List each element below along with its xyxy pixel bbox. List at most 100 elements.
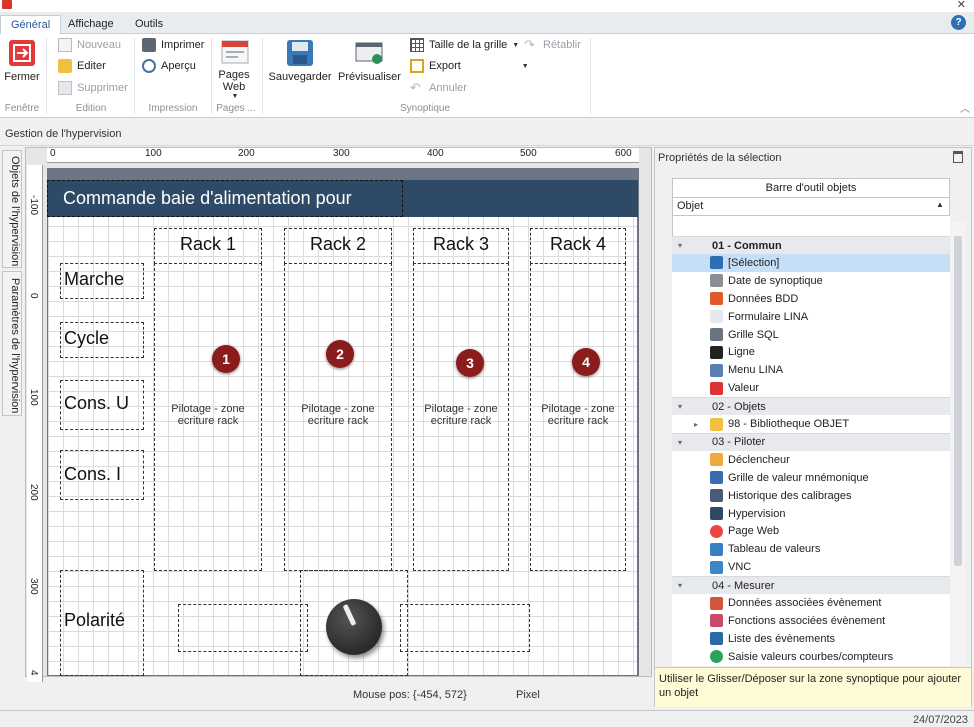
calendar-icon [710,274,723,288]
rack-1-pilot-text: Pilotage - zone ecriture rack [171,403,245,427]
column-header-objet[interactable]: Objet [672,198,950,216]
label-marche[interactable]: Marche [64,269,124,290]
tree-item[interactable]: Déclencheur [672,451,950,469]
collapse-ribbon-icon[interactable]: ︿ [960,100,970,115]
nouveau-button[interactable]: Nouveau [58,38,121,52]
tree-item-label: Liste des évènements [728,632,836,645]
group-separator [211,38,212,114]
editer-button[interactable]: Editer [58,59,106,73]
sauvegarder-label: Sauvegarder [268,71,332,83]
taille-grille-dropdown[interactable]: Taille de la grille ▼ [410,38,519,52]
folder-icon [710,417,723,431]
tree-item[interactable]: Grille de valeur mnémonique [672,469,950,487]
rack-3-pilot-text: Pilotage - zone ecriture rack [424,403,498,427]
tree-item[interactable]: Date de synoptique [672,272,950,290]
sauvegarder-button[interactable]: Sauvegarder [268,38,332,83]
tree-item[interactable]: Historique des calibrages [672,487,950,505]
collapse-icon[interactable]: ▾ [678,581,682,590]
tree-item[interactable]: Formulaire LINA [672,308,950,326]
help-icon[interactable]: ? [951,15,966,30]
tree-item-label: Grille de valeur mnémonique [728,471,869,484]
label-cycle[interactable]: Cycle [64,328,109,349]
tree-item[interactable]: Données BDD [672,290,950,308]
label-cons-i[interactable]: Cons. I [64,464,121,485]
filter-row[interactable] [672,216,950,236]
synoptic-title[interactable]: Commande baie d'alimentation pour [63,188,352,209]
polarity-zone-left[interactable] [178,604,308,652]
supprimer-button[interactable]: Supprimer [58,81,128,95]
tree-item[interactable]: Hypervision [672,505,950,523]
tree-item[interactable]: Tableau de valeurs [672,540,950,558]
annuler-button[interactable]: ↶ Annuler [410,81,467,95]
undo-icon: ↶ [410,80,421,95]
tree-item-label: [Sélection] [728,256,780,269]
previsualiser-button[interactable]: Prévisualiser [338,38,401,83]
tree-item-label: 04 - Mesurer [712,579,775,592]
sort-up-icon[interactable]: ▲ [936,200,944,209]
history-icon [710,489,723,503]
nouveau-label: Nouveau [77,39,122,51]
tree-item[interactable]: VNC [672,558,950,576]
tab-objets-hypervision[interactable]: Objets de l'hypervision [2,150,22,268]
save-icon [287,40,313,66]
app-icon [2,0,12,9]
tree-item[interactable]: Ligne [672,343,950,361]
close-icon[interactable]: ✕ [957,0,966,11]
rack-4-badge: 4 [572,348,600,376]
tree-item[interactable]: Saisie valeurs courbes/compteurs [672,648,950,666]
export-dropdown[interactable]: Export ▼ [410,59,529,73]
tree-group[interactable]: ▾ 02 - Objets [672,397,950,416]
label-polarite[interactable]: Polarité [64,610,125,631]
pages-web-button[interactable]: Pages Web ▼ [216,38,254,100]
tree-item[interactable]: [Sélection] [672,253,950,272]
tree-item[interactable]: Données associées évènement [672,594,950,612]
event-list-icon [710,632,723,646]
collapse-icon[interactable]: ▾ [678,438,682,447]
polarity-zone-right[interactable] [400,604,530,652]
tree-item[interactable]: ▸ 98 - Bibliotheque OBJET [672,415,950,433]
tree-item[interactable]: Page Web [672,522,950,540]
group-separator [590,38,591,114]
fermer-button[interactable]: Fermer [4,38,40,83]
grid-icon [710,328,723,341]
rack-3-header[interactable]: Rack 3 [413,234,509,255]
preview-icon [142,59,156,73]
pin-icon[interactable] [953,151,963,163]
tree-item-label: VNC [728,561,752,574]
imprimer-button[interactable]: Imprimer [142,38,204,52]
tree-item-label: 01 - Commun [712,239,782,252]
retablir-button[interactable]: ↷ Rétablir [524,38,581,52]
rotary-knob[interactable] [326,599,382,655]
tree-item-label: Déclencheur [728,453,790,466]
collapse-icon[interactable]: ▾ [678,241,682,250]
tree-item[interactable]: Liste des évènements [672,630,950,648]
tab-parametres-hypervision[interactable]: Paramètres de l'hypervision [2,271,22,416]
rack-4-header[interactable]: Rack 4 [530,234,626,255]
tree-group[interactable]: ▾ 03 - Piloter [672,432,950,451]
tree-item[interactable]: Menu LINA [672,361,950,379]
tree-group[interactable]: ▾ 01 - Commun [672,236,950,254]
tree-item[interactable]: Valeur [672,379,950,397]
tab-general[interactable]: Général [0,15,62,35]
chevron-down-icon: ▼ [231,93,239,100]
collapse-icon[interactable]: ▾ [678,402,682,411]
scrollbar-thumb[interactable] [954,236,962,566]
group-separator [262,38,263,114]
tree-item-label: Ligne [728,346,755,359]
rack-1-header[interactable]: Rack 1 [154,234,262,255]
expand-icon[interactable]: ▸ [694,420,698,429]
ruler-tick-label: 600 [615,148,632,159]
rack-2-header[interactable]: Rack 2 [284,234,392,255]
tree-item[interactable]: Fonctions associées évènement [672,612,950,630]
tree-group[interactable]: ▾ 04 - Mesurer [672,576,950,595]
label-cons-u[interactable]: Cons. U [64,393,129,414]
panel-hint: Utiliser le Glisser/Déposer sur la zone … [655,667,971,707]
tab-outils[interactable]: Outils [125,15,173,34]
tab-affichage[interactable]: Affichage [58,15,124,34]
tree-item-label: Grille SQL [728,328,779,341]
tree-item[interactable]: Grille SQL [672,326,950,344]
apercu-button[interactable]: Aperçu [142,59,196,73]
cursor-icon [710,256,723,270]
ribbon: Fermer Fenêtre Nouveau Editer Supprimer … [0,34,974,118]
tree-item-label: Données associées évènement [728,597,882,609]
